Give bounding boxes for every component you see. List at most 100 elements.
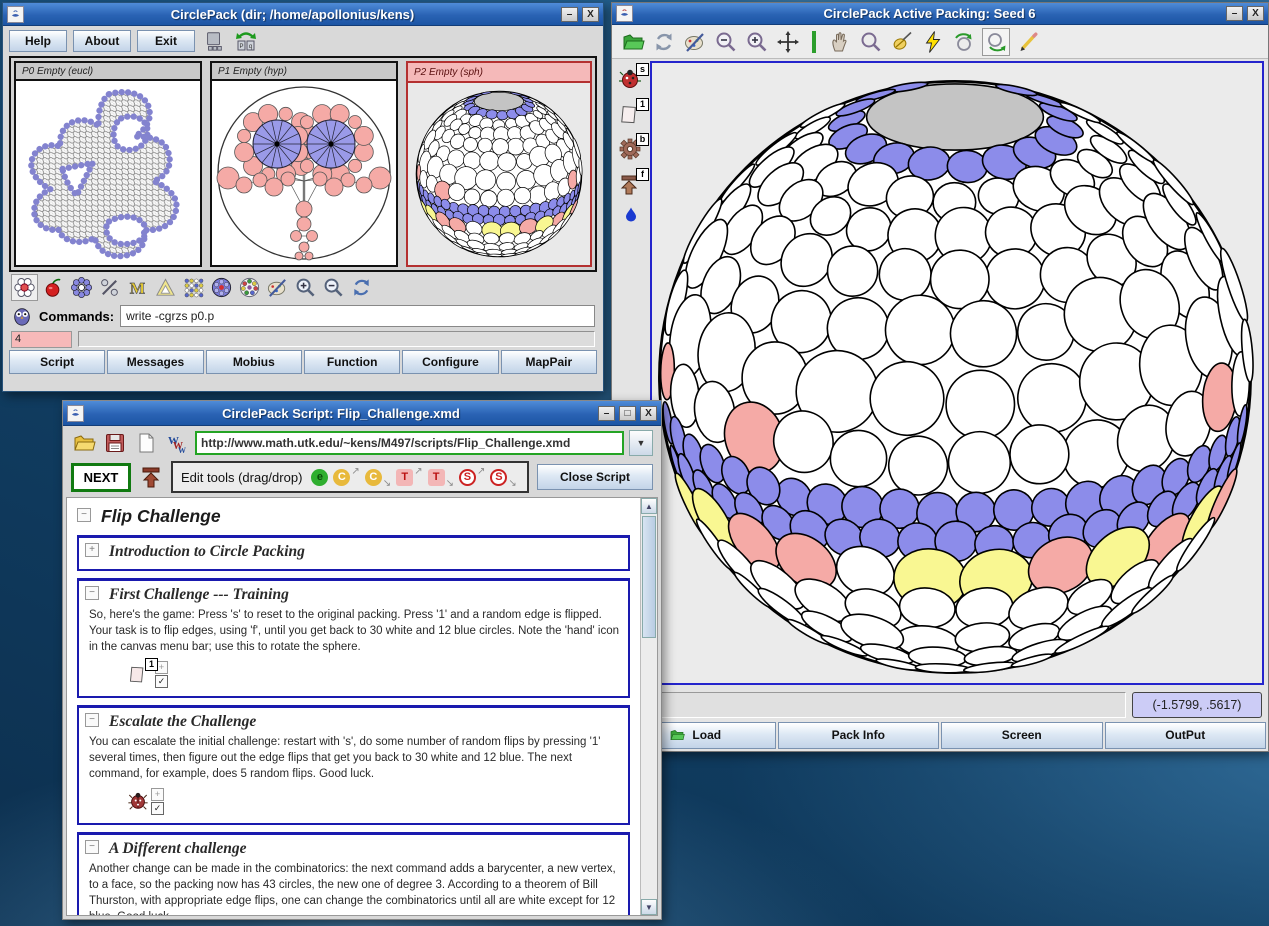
collapse-box[interactable]: − bbox=[85, 840, 99, 854]
close-button[interactable]: X bbox=[582, 7, 599, 22]
zoom-in-icon[interactable] bbox=[744, 29, 770, 55]
minimize-button[interactable]: – bbox=[598, 406, 615, 421]
maximize-button[interactable]: □ bbox=[619, 406, 636, 421]
main-titlebar[interactable]: CirclePack (dir; /home/apollonius/kens) … bbox=[3, 3, 603, 26]
rotate-ccw-icon[interactable] bbox=[951, 29, 977, 55]
canvas-p0: P0 Empty (eucl) bbox=[14, 61, 202, 267]
bug-icon[interactable] bbox=[127, 790, 149, 812]
tab-script[interactable]: Script bbox=[9, 350, 105, 374]
command-down-icon[interactable]: C bbox=[365, 469, 382, 486]
to-top-icon[interactable] bbox=[139, 465, 163, 489]
pack-canvas[interactable] bbox=[650, 61, 1264, 685]
canvas-p1-drawing[interactable] bbox=[212, 81, 396, 265]
pack-info-button[interactable]: Pack Info bbox=[778, 722, 940, 749]
command-up-icon[interactable]: C bbox=[333, 469, 350, 486]
sidebar-flip-icon[interactable]: f bbox=[618, 172, 644, 196]
tab-mobius[interactable]: Mobius bbox=[206, 350, 302, 374]
redraw-icon[interactable] bbox=[651, 29, 677, 55]
check-box[interactable]: ✓ bbox=[155, 675, 168, 688]
collapse-box[interactable]: − bbox=[85, 713, 99, 727]
script-scrollbar[interactable]: ▲ ▼ bbox=[640, 498, 657, 915]
rotate-cw-icon[interactable] bbox=[982, 28, 1010, 56]
palette-icon[interactable] bbox=[265, 275, 290, 300]
owl-icon bbox=[11, 305, 33, 327]
sidebar-gear-icon[interactable]: b bbox=[618, 137, 644, 161]
www-icon[interactable]: WWW bbox=[164, 430, 190, 456]
triangle-icon[interactable] bbox=[153, 275, 178, 300]
section-up-icon[interactable]: S bbox=[459, 469, 476, 486]
toolbar-separator bbox=[812, 31, 816, 53]
new-doc-icon[interactable] bbox=[133, 430, 159, 456]
expand-box[interactable]: + bbox=[151, 788, 164, 801]
dot-grid-icon[interactable] bbox=[181, 275, 206, 300]
close-button[interactable]: X bbox=[640, 406, 657, 421]
pack-flower-icon[interactable] bbox=[69, 275, 94, 300]
refresh-icon[interactable] bbox=[349, 275, 374, 300]
script-toolbar: WWW ▼ bbox=[63, 426, 661, 460]
section-heading: A Different challenge bbox=[109, 838, 247, 858]
expand-box[interactable]: + bbox=[85, 543, 99, 557]
output-button[interactable]: OutPut bbox=[1105, 722, 1267, 749]
note-icon[interactable]: 1 bbox=[127, 662, 153, 686]
edit-command-icon[interactable]: e bbox=[311, 469, 328, 486]
pack-titlebar[interactable]: CirclePack Active Packing: Seed 6 – X bbox=[612, 3, 1268, 25]
tab-function[interactable]: Function bbox=[304, 350, 400, 374]
sidebar-bug-icon[interactable]: s bbox=[618, 67, 644, 91]
probe-icon[interactable] bbox=[889, 29, 915, 55]
m-icon[interactable]: M bbox=[125, 275, 150, 300]
script-titlebar[interactable]: CirclePack Script: Flip_Challenge.xmd – … bbox=[63, 401, 661, 426]
about-button[interactable]: About bbox=[73, 30, 131, 52]
canvas-p1-header[interactable]: P1 Empty (hyp) bbox=[212, 63, 396, 81]
help-button[interactable]: Help bbox=[9, 30, 67, 52]
collapse-box[interactable]: − bbox=[77, 508, 91, 522]
exit-button[interactable]: Exit bbox=[137, 30, 195, 52]
sidebar-note-icon[interactable]: 1 bbox=[618, 102, 644, 126]
flash-icon[interactable] bbox=[920, 29, 946, 55]
scroll-thumb[interactable] bbox=[642, 516, 656, 638]
check-box[interactable]: ✓ bbox=[151, 802, 164, 815]
pencil-icon[interactable] bbox=[1015, 29, 1041, 55]
text-down-icon[interactable]: T bbox=[428, 469, 445, 486]
screen-button[interactable]: Screen bbox=[941, 722, 1103, 749]
pan-icon[interactable] bbox=[775, 29, 801, 55]
cherry-icon[interactable] bbox=[41, 275, 66, 300]
section-body: You can escalate the initial challenge: … bbox=[89, 734, 622, 782]
hand-icon[interactable] bbox=[827, 29, 853, 55]
open-folder-icon[interactable] bbox=[71, 430, 97, 456]
main-menubar: Help About Exit Pq bbox=[3, 26, 603, 56]
next-button[interactable]: NEXT bbox=[71, 463, 131, 492]
scroll-down-arrow[interactable]: ▼ bbox=[641, 899, 657, 915]
magnify-icon[interactable] bbox=[858, 29, 884, 55]
url-dropdown-button[interactable]: ▼ bbox=[629, 430, 653, 456]
zoom-out-icon[interactable] bbox=[321, 275, 346, 300]
seed-icon[interactable] bbox=[11, 274, 38, 301]
zoom-in-icon[interactable] bbox=[293, 275, 318, 300]
save-icon[interactable] bbox=[102, 430, 128, 456]
collapse-box[interactable]: − bbox=[85, 586, 99, 600]
zoom-out-icon[interactable] bbox=[713, 29, 739, 55]
commands-input[interactable] bbox=[120, 305, 595, 327]
tab-messages[interactable]: Messages bbox=[107, 350, 203, 374]
sphere-pack-icon[interactable] bbox=[209, 275, 234, 300]
canvas-p2-header[interactable]: P2 Empty (sph) bbox=[408, 63, 590, 83]
message-bar bbox=[78, 331, 595, 347]
tab-mappair[interactable]: MapPair bbox=[501, 350, 597, 374]
close-script-button[interactable]: Close Script bbox=[537, 464, 653, 490]
mappair-flip-icon[interactable]: Pq bbox=[233, 28, 259, 54]
close-button[interactable]: X bbox=[1247, 6, 1264, 21]
canvas-p0-drawing[interactable] bbox=[16, 81, 200, 265]
open-folder-icon[interactable] bbox=[620, 29, 646, 55]
section-down-icon[interactable]: S bbox=[490, 469, 507, 486]
url-input[interactable] bbox=[195, 431, 624, 455]
scroll-up-arrow[interactable]: ▲ bbox=[641, 498, 657, 514]
screen-icon[interactable] bbox=[201, 28, 227, 54]
palette-icon[interactable] bbox=[682, 29, 708, 55]
color-ring-icon[interactable] bbox=[237, 275, 262, 300]
canvas-p0-header[interactable]: P0 Empty (eucl) bbox=[16, 63, 200, 81]
tab-configure[interactable]: Configure bbox=[402, 350, 498, 374]
minimize-button[interactable]: – bbox=[1226, 6, 1243, 21]
tools-icon[interactable] bbox=[97, 275, 122, 300]
text-up-icon[interactable]: T bbox=[396, 469, 413, 486]
canvas-p2-drawing[interactable] bbox=[408, 83, 590, 265]
minimize-button[interactable]: – bbox=[561, 7, 578, 22]
